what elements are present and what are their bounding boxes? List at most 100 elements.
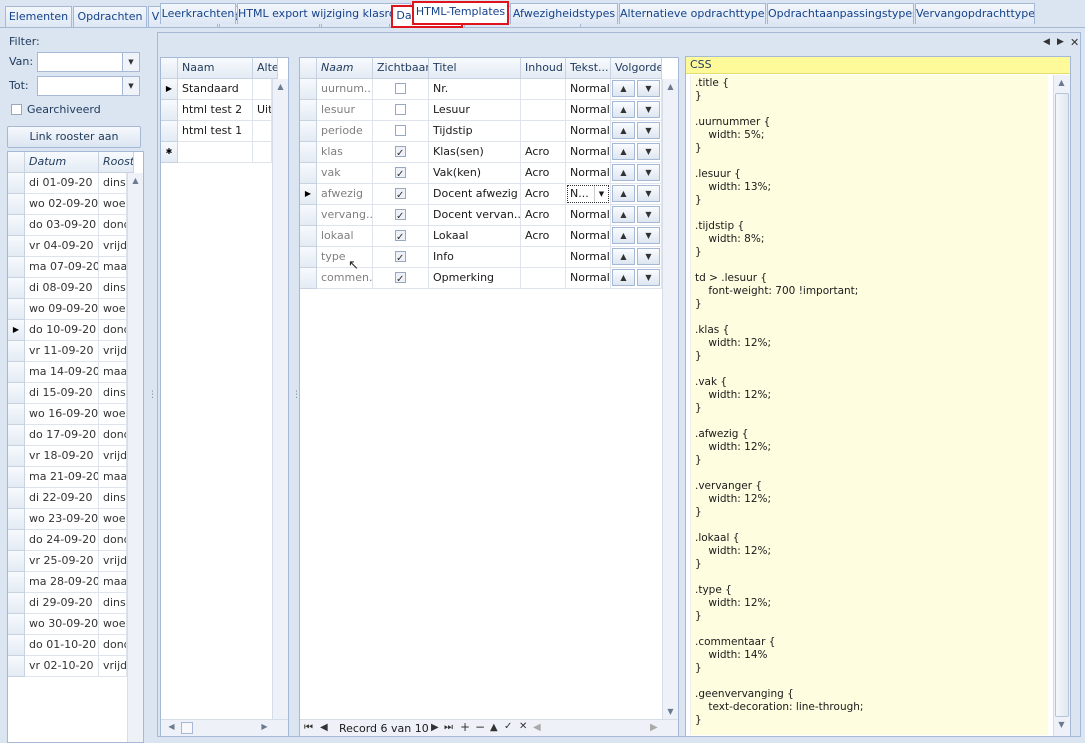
text-style-cell[interactable]: Normal <box>566 100 611 121</box>
date-cell[interactable]: vr 18-09-20 <box>25 446 99 467</box>
row-indicator[interactable] <box>300 79 317 100</box>
text-style-cell[interactable]: Normal <box>566 163 611 184</box>
move-up-icon[interactable]: ▲ <box>612 206 635 223</box>
content-cell[interactable] <box>521 79 566 100</box>
date-cell[interactable]: ma 28-09-20 <box>25 572 99 593</box>
add-record-icon[interactable]: + <box>460 720 470 734</box>
tab-scroll-left-icon[interactable]: ◀ <box>1043 37 1050 47</box>
first-record-icon[interactable]: ⏮ <box>304 722 313 733</box>
field-name-cell[interactable]: type <box>317 247 373 268</box>
archived-checkbox[interactable] <box>11 104 22 115</box>
date-cell[interactable]: di 29-09-20 <box>25 593 99 614</box>
visible-cell[interactable] <box>373 268 429 289</box>
text-style-cell[interactable]: Normal <box>566 205 611 226</box>
title-cell[interactable]: Vak(ken) <box>429 163 521 184</box>
chevron-down-icon[interactable]: ▼ <box>594 186 608 202</box>
text-style-cell[interactable]: Normal <box>566 226 611 247</box>
move-down-icon[interactable]: ▼ <box>637 101 660 118</box>
field-name-cell[interactable]: vak <box>317 163 373 184</box>
move-up-icon[interactable]: ▲ <box>490 722 498 733</box>
column-header-inhoud[interactable]: Inhoud <box>521 58 566 79</box>
fields-scrollbar[interactable]: ▲ ▼ <box>662 79 678 719</box>
row-indicator[interactable] <box>8 446 25 467</box>
new-row-cell[interactable] <box>253 142 272 163</box>
title-cell[interactable]: Lokaal <box>429 226 521 247</box>
rooster-cell[interactable]: woer <box>99 194 127 215</box>
chevron-down-icon[interactable]: ▼ <box>122 53 139 71</box>
visible-cell[interactable] <box>373 226 429 247</box>
rooster-cell[interactable]: maar <box>99 467 127 488</box>
row-indicator[interactable] <box>300 121 317 142</box>
scroll-left-icon[interactable]: ◀ <box>533 722 541 733</box>
rooster-cell[interactable]: dinsc <box>99 278 127 299</box>
field-name-cell[interactable]: uurnum... <box>317 79 373 100</box>
scroll-thumb[interactable] <box>181 722 193 734</box>
tab-afwezigheidstypes[interactable]: Afwezigheidstypes <box>510 3 618 24</box>
rooster-cell[interactable]: dinsc <box>99 383 127 404</box>
template-alt-cell[interactable]: Uits <box>253 100 272 121</box>
content-cell[interactable]: Acro <box>521 205 566 226</box>
date-cell[interactable]: wo 23-09-20 <box>25 509 99 530</box>
title-cell[interactable]: Info <box>429 247 521 268</box>
tab-vervangopdrachttypes[interactable]: Vervangopdrachttypes <box>915 3 1035 24</box>
close-icon[interactable]: ✕ <box>1070 36 1079 49</box>
scroll-thumb[interactable] <box>1055 93 1069 717</box>
move-down-icon[interactable]: ▼ <box>637 206 660 223</box>
date-cell[interactable]: do 17-09-20 <box>25 425 99 446</box>
new-row-cell[interactable] <box>178 142 253 163</box>
move-down-icon[interactable]: ▼ <box>637 185 660 202</box>
row-indicator[interactable] <box>8 467 25 488</box>
rooster-cell[interactable]: maar <box>99 572 127 593</box>
column-header-naam[interactable]: Naam <box>317 58 373 79</box>
new-row-icon[interactable]: ✱ <box>161 142 178 163</box>
move-down-icon[interactable]: ▼ <box>637 269 660 286</box>
row-indicator[interactable] <box>8 215 25 236</box>
rooster-cell[interactable]: vrijda <box>99 656 127 677</box>
row-indicator[interactable] <box>300 100 317 121</box>
text-style-cell[interactable]: Normal <box>566 79 611 100</box>
visible-checkbox[interactable] <box>395 144 406 162</box>
css-editor[interactable]: .title { } .uurnummer { width: 5%; } .le… <box>690 75 1048 735</box>
save-record-icon[interactable]: ✓ <box>504 721 512 732</box>
dates-scrollbar[interactable]: ▲ <box>127 173 143 742</box>
tab-opdrachten[interactable]: Opdrachten <box>73 6 147 27</box>
rooster-cell[interactable]: dond <box>99 635 127 656</box>
field-name-cell[interactable]: lokaal <box>317 226 373 247</box>
date-cell[interactable]: vr 25-09-20 <box>25 551 99 572</box>
text-style-cell[interactable]: N... ▼ <box>566 184 611 205</box>
row-indicator[interactable] <box>300 163 317 184</box>
field-name-cell[interactable]: afwezig <box>317 184 373 205</box>
content-cell[interactable] <box>521 247 566 268</box>
van-date-field[interactable]: ▼ <box>37 52 140 72</box>
visible-cell[interactable] <box>373 163 429 184</box>
rooster-cell[interactable]: dinsc <box>99 173 127 194</box>
chevron-down-icon[interactable]: ▼ <box>122 77 139 95</box>
field-name-cell[interactable]: commen... <box>317 268 373 289</box>
field-name-cell[interactable]: lesuur <box>317 100 373 121</box>
scroll-up-icon[interactable]: ▲ <box>663 82 678 91</box>
scroll-right-icon[interactable]: ▶ <box>650 722 658 733</box>
title-cell[interactable]: Docent afwezig <box>429 184 521 205</box>
row-indicator[interactable] <box>8 236 25 257</box>
scroll-up-icon[interactable]: ▲ <box>1054 78 1069 87</box>
date-cell[interactable]: ma 14-09-20 <box>25 362 99 383</box>
move-up-icon[interactable]: ▲ <box>612 101 635 118</box>
rooster-cell[interactable]: dinsc <box>99 593 127 614</box>
row-indicator[interactable] <box>8 278 25 299</box>
move-up-icon[interactable]: ▲ <box>612 122 635 139</box>
column-header-naam[interactable]: Naam <box>178 58 253 79</box>
title-cell[interactable]: Opmerking <box>429 268 521 289</box>
date-cell[interactable]: vr 02-10-20 <box>25 656 99 677</box>
tab-html-export-wijziging-klasroosters[interactable]: HTML export wijziging klasroosters <box>237 3 411 24</box>
row-indicator[interactable] <box>8 530 25 551</box>
row-indicator[interactable] <box>300 247 317 268</box>
row-indicator[interactable] <box>300 142 317 163</box>
row-indicator[interactable] <box>300 226 317 247</box>
splitter-handle[interactable]: ⋮ <box>292 391 301 400</box>
row-indicator[interactable] <box>8 593 25 614</box>
date-cell[interactable]: wo 02-09-20 <box>25 194 99 215</box>
date-cell[interactable]: di 15-09-20 <box>25 383 99 404</box>
row-indicator[interactable] <box>300 205 317 226</box>
scroll-down-icon[interactable]: ▼ <box>1054 720 1069 729</box>
date-cell[interactable]: do 03-09-20 <box>25 215 99 236</box>
